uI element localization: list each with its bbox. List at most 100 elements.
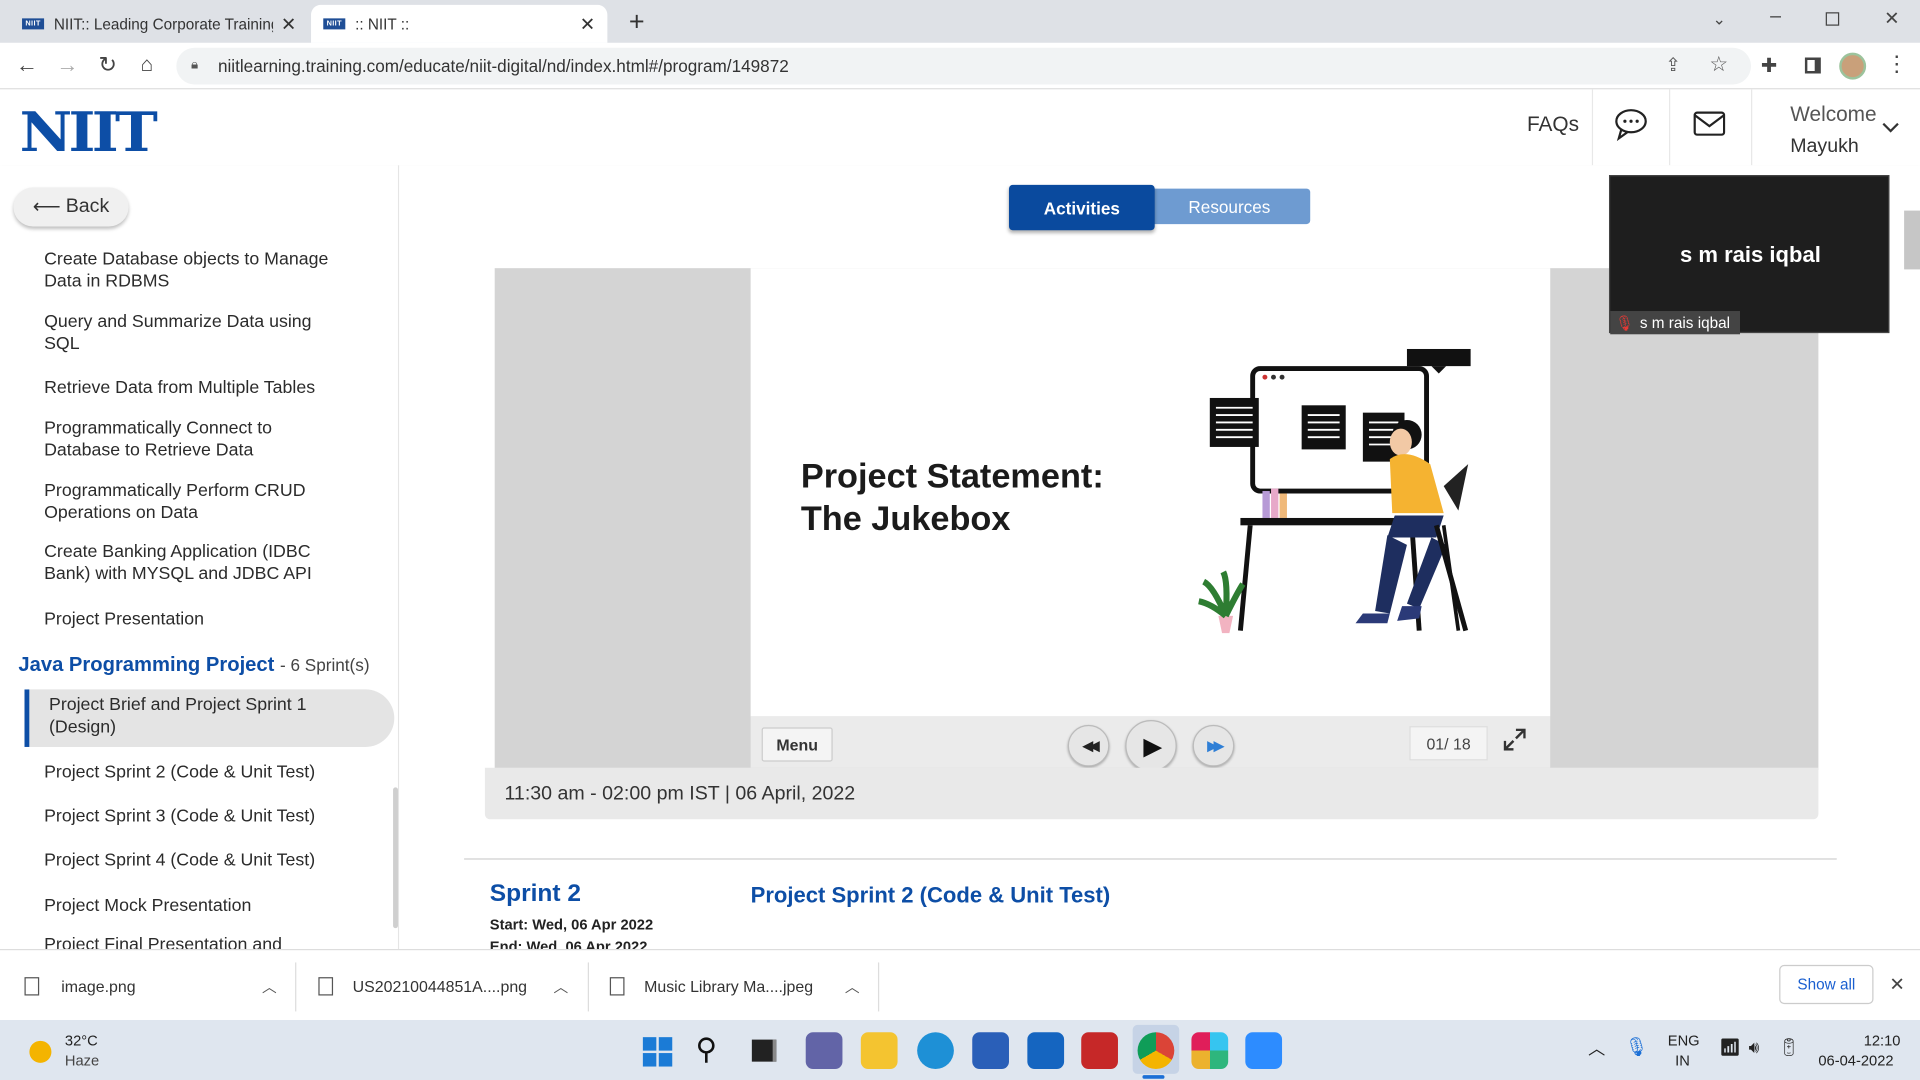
chevron-up-icon[interactable]: ︿ <box>553 975 568 996</box>
play-button[interactable]: ▶ <box>1125 720 1177 772</box>
store-icon[interactable] <box>972 1032 1009 1069</box>
sprint-title[interactable]: Project Sprint 2 (Code & Unit Test) <box>751 883 1111 909</box>
section-heading[interactable]: Java Programming Project - 6 Sprint(s) <box>18 654 369 677</box>
sidebar-item[interactable]: Programmatically Connect to Database to … <box>44 418 350 462</box>
browser-tab-1-label: NIIT:: Leading Corporate Training <box>53 15 274 33</box>
site-header: NIIT FAQs Welcome Mayukh <box>0 89 1920 166</box>
clock-time[interactable]: 12:10 <box>1864 1032 1901 1049</box>
language-region[interactable]: IN <box>1675 1052 1690 1069</box>
mcafee-icon[interactable] <box>1081 1032 1118 1069</box>
faqs-link[interactable]: FAQs <box>1527 113 1579 137</box>
sidebar-item[interactable]: Project Final Presentation and <box>44 934 350 949</box>
microphone-icon[interactable]: 🎙︎ <box>1625 1036 1648 1058</box>
home-icon[interactable]: ⌂ <box>135 53 159 77</box>
chevron-up-icon[interactable]: ︿ <box>1588 1036 1605 1060</box>
presentation-player: Project Statement: The Jukebox Menu ◀◀ ▶… <box>494 268 1819 772</box>
side-panel-icon[interactable] <box>1804 57 1821 74</box>
task-view-icon[interactable] <box>751 1039 777 1062</box>
page-scrollbar[interactable] <box>1904 210 1920 270</box>
browser-tab-2[interactable]: NIIT :: NIIT :: ✕ <box>311 4 608 43</box>
download-item[interactable]: Music Library Ma....jpeg ︿ <box>609 950 879 1021</box>
chevron-down-icon[interactable] <box>1882 121 1899 133</box>
fullscreen-icon[interactable] <box>1503 728 1526 751</box>
bookmark-star-icon[interactable]: ☆ <box>1709 53 1728 77</box>
kebab-menu-icon[interactable]: ⋮ <box>1886 51 1908 77</box>
menu-button[interactable]: Menu <box>761 727 833 762</box>
weather-temp[interactable]: 32°C <box>65 1032 98 1049</box>
tab-resources[interactable]: Resources <box>1148 188 1311 225</box>
new-tab-icon[interactable]: + <box>622 6 651 37</box>
chrome-icon[interactable] <box>1137 1032 1175 1069</box>
close-icon[interactable]: ✕ <box>580 13 595 35</box>
sidebar-item[interactable]: Programmatically Perform CRUD Operations… <box>44 480 350 524</box>
forward-arrow-icon[interactable]: → <box>55 52 79 77</box>
rewind-icon: ◀◀ <box>1082 737 1100 755</box>
minimize-icon[interactable]: – <box>1763 5 1787 29</box>
windows-start-icon[interactable] <box>642 1037 673 1067</box>
app-icon[interactable] <box>1027 1032 1065 1069</box>
clock-date[interactable]: 06-04-2022 <box>1818 1052 1893 1069</box>
chevron-down-icon[interactable]: ⌄ <box>1707 7 1731 31</box>
profile-avatar[interactable] <box>1839 52 1867 80</box>
weather-condition[interactable]: Haze <box>65 1052 99 1069</box>
sidebar-item[interactable]: Query and Summarize Data using SQL <box>44 311 350 355</box>
section-title: Java Programming Project <box>18 653 275 676</box>
volume-icon[interactable]: 🔊︎ <box>1749 1037 1760 1058</box>
back-arrow-icon[interactable]: ← <box>15 52 39 77</box>
sidebar-item[interactable]: Project Presentation <box>44 609 350 631</box>
weather-sun-icon[interactable] <box>29 1040 52 1063</box>
chat-icon[interactable] <box>1611 105 1650 144</box>
slack-icon[interactable] <box>1191 1032 1229 1069</box>
fast-forward-button[interactable]: ▶▶ <box>1192 724 1235 767</box>
battery-icon[interactable]: 🔋︎ <box>1778 1037 1800 1058</box>
maximize-icon[interactable] <box>1825 12 1840 26</box>
sidebar-item[interactable]: Project Sprint 2 (Code & Unit Test) <box>44 762 350 784</box>
section-suffix: - 6 Sprint(s) <box>280 655 370 675</box>
share-icon[interactable]: ⇪ <box>1665 54 1680 76</box>
teams-icon[interactable] <box>805 1032 843 1069</box>
show-all-button[interactable]: Show all <box>1779 964 1874 1005</box>
download-item[interactable]: image.png ︿ <box>24 950 296 1021</box>
tab-activities[interactable]: Activities <box>1008 184 1155 231</box>
downloads-bar: image.png ︿ US20210044851A....png ︿ Musi… <box>0 948 1920 1021</box>
mic-muted-icon: 🎙︎ <box>1615 314 1634 332</box>
search-icon[interactable]: ⚲ <box>696 1032 718 1068</box>
url-bar[interactable]: 🔒︎ niitlearning.training.com/educate/nii… <box>176 47 1752 85</box>
mail-icon[interactable] <box>1693 111 1726 136</box>
sidebar-item[interactable]: Project Sprint 4 (Code & Unit Test) <box>44 850 350 872</box>
lock-icon[interactable]: 🔒︎ <box>191 58 198 74</box>
wifi-icon[interactable]: 📶︎ <box>1719 1037 1741 1058</box>
divider <box>1591 89 1594 166</box>
sidebar-item[interactable]: Project Sprint 3 (Code & Unit Test) <box>44 806 350 828</box>
reload-icon[interactable]: ↻ <box>96 52 120 77</box>
zoom-icon[interactable] <box>1245 1032 1283 1069</box>
sidebar-item-label: Project Brief and Project Sprint 1 (Desi… <box>48 695 307 738</box>
sidebar-item[interactable]: Create Banking Application (IDBC Bank) w… <box>44 541 338 585</box>
course-sidebar: ⟵ Back Create Database objects to Manage… <box>0 165 400 949</box>
browser-tab-bar: NIIT NIIT:: Leading Corporate Training ✕… <box>0 0 1920 43</box>
sidebar-item[interactable]: Project Mock Presentation <box>44 895 350 917</box>
language-code[interactable]: ENG <box>1668 1032 1700 1049</box>
developer-illustration <box>1198 348 1471 634</box>
fast-forward-icon: ▶▶ <box>1207 737 1225 755</box>
sidebar-scrollbar[interactable] <box>393 787 398 929</box>
extensions-icon[interactable]: ✚ <box>1761 54 1777 78</box>
user-name[interactable]: Mayukh <box>1790 136 1859 158</box>
edge-icon[interactable] <box>917 1032 954 1069</box>
video-call-overlay[interactable]: s m rais iqbal 🎙︎ s m rais iqbal <box>1608 175 1890 335</box>
file-icon <box>24 976 40 995</box>
close-icon[interactable]: ✕ <box>1889 973 1904 996</box>
back-button[interactable]: ⟵ Back <box>13 187 129 227</box>
niit-logo[interactable]: NIIT <box>20 101 158 165</box>
close-icon[interactable]: ✕ <box>281 13 296 35</box>
rewind-button[interactable]: ◀◀ <box>1067 724 1110 767</box>
chevron-up-icon[interactable]: ︿ <box>262 975 277 996</box>
welcome-text: Welcome <box>1790 102 1877 127</box>
sidebar-item[interactable]: Retrieve Data from Multiple Tables <box>44 377 350 399</box>
window-close-icon[interactable]: ✕ <box>1880 6 1904 30</box>
browser-tab-1[interactable]: NIIT NIIT:: Leading Corporate Training ✕ <box>10 5 309 43</box>
file-explorer-icon[interactable] <box>860 1032 898 1069</box>
chevron-up-icon[interactable]: ︿ <box>845 975 860 996</box>
sidebar-item[interactable]: Create Database objects to Manage Data i… <box>44 249 350 293</box>
download-item[interactable]: US20210044851A....png ︿ <box>318 950 587 1021</box>
